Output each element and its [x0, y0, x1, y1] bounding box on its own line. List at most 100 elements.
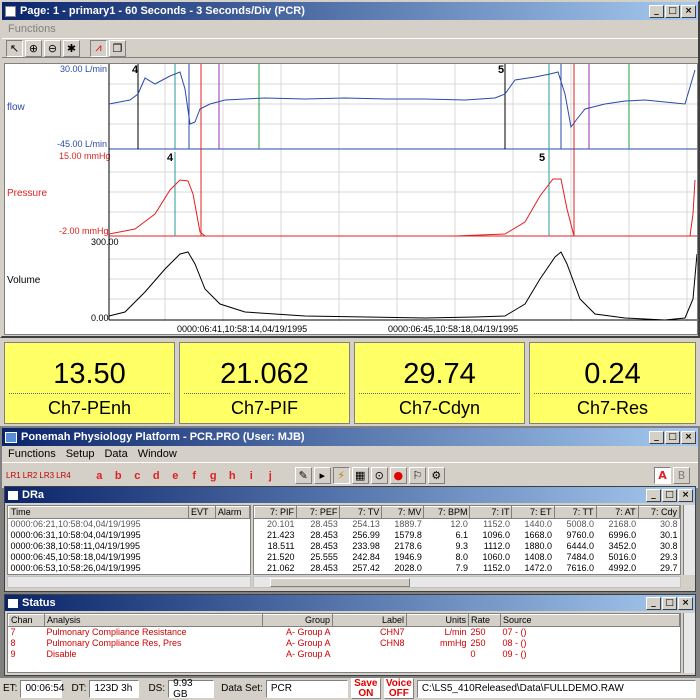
table-row[interactable]: 0000:06:45,10:58:18,04/19/1995 [9, 552, 250, 563]
lr4-button[interactable]: LR4 [56, 471, 71, 480]
col-param[interactable]: 7: ET [511, 506, 555, 519]
table-row[interactable]: 21.520 25.555 242.84 1946.9 8.0 1060.0 1408.0 7… [255, 552, 680, 563]
save-toggle[interactable]: Save ON [350, 678, 381, 699]
binoculars-icon[interactable]: ⊙ [370, 467, 388, 484]
param-box-pif[interactable]: 21.062 Ch7-PIF [179, 342, 350, 424]
menu-setup[interactable]: Setup [66, 448, 95, 460]
letter-e-button[interactable]: e [167, 470, 184, 482]
close-button[interactable]: × [678, 596, 693, 610]
dra-titlebar[interactable]: DRa _ □ × [5, 487, 695, 503]
col-analysis[interactable]: Analysis [44, 614, 263, 627]
table-row[interactable]: 0000:06:21,10:58:04,04/19/1995 [9, 519, 250, 531]
voice-toggle[interactable]: Voice OFF [383, 678, 414, 699]
maximize-button[interactable]: □ [665, 4, 680, 18]
col-rate[interactable]: Rate [468, 614, 501, 627]
col-group[interactable]: Group [262, 614, 333, 627]
lightning-icon[interactable]: ⚡ [332, 467, 350, 484]
main-window-titlebar[interactable]: Ponemah Physiology Platform - PCR.PRO (U… [2, 428, 698, 446]
value-cell: 1889.7 [394, 519, 422, 529]
minimize-button[interactable]: _ [649, 430, 664, 444]
col-param[interactable]: 7: TT [553, 506, 597, 519]
edit-icon[interactable]: ✎ [294, 467, 312, 484]
col-label[interactable]: Label [332, 614, 407, 627]
dra-vertical-scrollbar[interactable] [683, 505, 695, 575]
menu-data[interactable]: Data [104, 448, 127, 460]
menu-window[interactable]: Window [138, 448, 177, 460]
letter-i-button[interactable]: i [243, 470, 260, 482]
col-time[interactable]: Time [8, 506, 189, 519]
pointer-icon[interactable]: ↖ [6, 39, 23, 57]
letter-g-button[interactable]: g [205, 470, 222, 482]
dra-left-hscrollbar[interactable] [7, 576, 251, 588]
runner-icon[interactable]: ⚐ [408, 467, 426, 484]
col-param[interactable]: 7: AT [595, 506, 639, 519]
close-button[interactable]: × [681, 4, 696, 18]
col-param[interactable]: 7: PIF [254, 506, 298, 519]
letter-h-button[interactable]: h [224, 470, 241, 482]
param-box-res[interactable]: 0.24 Ch7-Res [529, 342, 696, 424]
maximize-button[interactable]: □ [662, 596, 677, 610]
maximize-button[interactable]: □ [665, 430, 680, 444]
letter-f-button[interactable]: f [186, 470, 203, 482]
param-box-penh[interactable]: 13.50 Ch7-PEnh [4, 342, 175, 424]
copy-icon[interactable]: ❐ [109, 39, 126, 57]
lr3-button[interactable]: LR3 [39, 471, 54, 480]
status-titlebar[interactable]: Status _ □ × [5, 595, 695, 611]
letter-d-button[interactable]: d [148, 470, 165, 482]
table-row[interactable]: 7 Pulmonary Compliance Resistance A- Gro… [9, 627, 680, 639]
table-row[interactable]: 20.101 28.453 254.13 1889.7 12.0 1152.0 1440.0… [255, 519, 680, 531]
waveform-icon[interactable]: ⩘ [90, 39, 107, 57]
record-icon[interactable]: ● [389, 467, 407, 484]
zoom-in-icon[interactable]: ⊕ [25, 39, 42, 57]
table-row[interactable]: 9 Disable A- Group A 0 09 - () [9, 649, 680, 660]
table-row[interactable]: 8 Pulmonary Compliance Res, Pres A- Grou… [9, 638, 680, 649]
waveform-chart[interactable]: 30.00 L/min flow -45.00 L/min 15.00 mmHg… [4, 63, 698, 335]
table-row[interactable]: 21.423 28.453 256.99 1579.8 6.1 1096.0 1668.0 9… [255, 530, 680, 541]
col-param[interactable]: 7: BPM [423, 506, 471, 519]
letter-a-button[interactable]: a [91, 470, 108, 482]
col-units[interactable]: Units [406, 614, 469, 627]
table-row[interactable]: 18.511 28.453 233.98 2178.6 9.3 1112.0 1880.0 6… [255, 541, 680, 552]
graph-window-titlebar[interactable]: Page: 1 - primary1 - 60 Seconds - 3 Seco… [2, 2, 698, 20]
scrollbar-thumb[interactable] [270, 578, 410, 587]
col-param[interactable]: 7: MV [381, 506, 425, 519]
minimize-button[interactable]: _ [646, 596, 661, 610]
value-cell: 254.13 [352, 519, 380, 529]
table-row[interactable]: 0000:06:31,10:58:04,04/19/1995 [9, 530, 250, 541]
minimize-button[interactable]: _ [646, 488, 661, 502]
table-row[interactable]: 21.062 28.453 257.42 2028.0 7.9 1152.0 1472.0 7… [255, 563, 680, 574]
col-param[interactable]: 7: Cdy [637, 506, 680, 519]
record-marker-icon[interactable]: ▸ [313, 467, 331, 484]
col-param[interactable]: 7: IT [469, 506, 513, 519]
grid-icon[interactable]: ▦ [351, 467, 369, 484]
col-evt[interactable]: EVT [188, 506, 216, 519]
col-param[interactable]: 7: PEF [296, 506, 341, 519]
group-cell: A- Group A [285, 638, 331, 648]
lr2-button[interactable]: LR2 [23, 471, 38, 480]
menu-functions[interactable]: Functions [8, 23, 56, 35]
chart-settings-icon[interactable]: ⚙ [427, 467, 445, 484]
table-row[interactable]: 0000:06:38,10:58:11,04/19/1995 [9, 541, 250, 552]
param-box-cdyn[interactable]: 29.74 Ch7-Cdyn [354, 342, 525, 424]
dra-right-hscrollbar[interactable] [253, 576, 681, 588]
menu-functions[interactable]: Functions [8, 448, 56, 460]
letter-c-button[interactable]: c [129, 470, 146, 482]
close-button[interactable]: × [681, 430, 696, 444]
minimize-button[interactable]: _ [649, 4, 664, 18]
col-alarm[interactable]: Alarm [214, 506, 250, 519]
window-icon [5, 5, 16, 17]
status-vertical-scrollbar[interactable] [683, 613, 695, 673]
a-button[interactable]: A [654, 467, 671, 484]
b-button[interactable]: B [673, 467, 690, 484]
close-button[interactable]: × [678, 488, 693, 502]
asterisk-icon[interactable]: ✱ [63, 39, 80, 57]
letter-b-button[interactable]: b [110, 470, 127, 482]
lr1-button[interactable]: LR1 [6, 471, 21, 480]
letter-j-button[interactable]: j [262, 470, 279, 482]
col-chan[interactable]: Chan [8, 614, 45, 627]
zoom-out-icon[interactable]: ⊖ [44, 39, 61, 57]
col-source[interactable]: Source [500, 614, 680, 627]
table-row[interactable]: 0000:06:53,10:58:26,04/19/1995 [9, 563, 250, 574]
col-param[interactable]: 7: TV [339, 506, 383, 519]
maximize-button[interactable]: □ [662, 488, 677, 502]
